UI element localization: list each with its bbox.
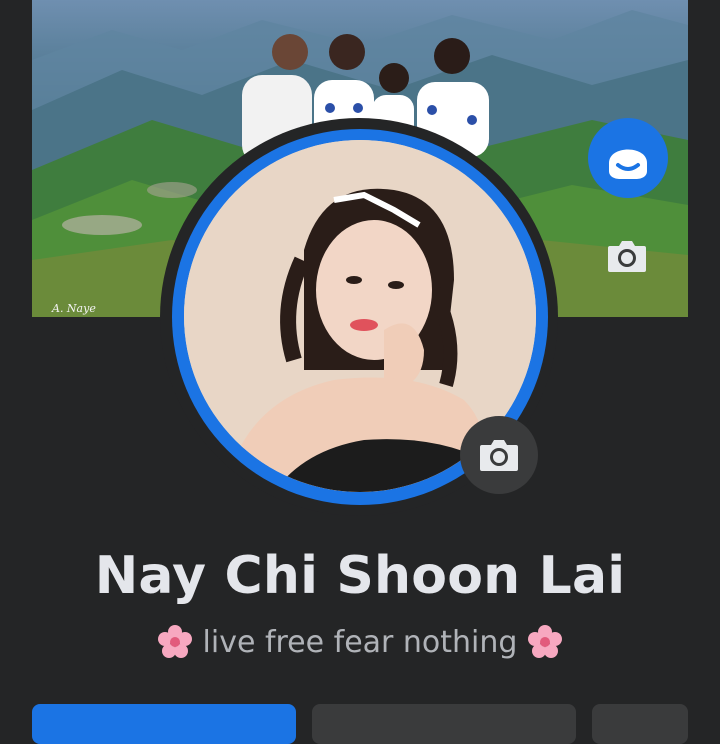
profile-camera-button[interactable] <box>460 416 538 494</box>
cover-camera-button[interactable] <box>606 236 648 276</box>
cover-signature: A. Naye <box>52 302 96 315</box>
bio-text: live free fear nothing <box>202 624 518 660</box>
profile-bio: live free fear nothing <box>0 624 720 660</box>
secondary-action-button[interactable] <box>312 704 576 744</box>
camera-icon <box>480 440 518 471</box>
avatar-badge[interactable] <box>588 118 668 198</box>
avatar-icon <box>609 149 647 179</box>
camera-icon <box>608 241 646 272</box>
cherry-blossom-icon <box>528 625 563 658</box>
cherry-blossom-icon <box>157 625 192 658</box>
primary-action-button[interactable] <box>32 704 296 744</box>
profile-name: Nay Chi Shoon Lai <box>94 546 626 606</box>
more-options-button[interactable] <box>592 704 688 744</box>
